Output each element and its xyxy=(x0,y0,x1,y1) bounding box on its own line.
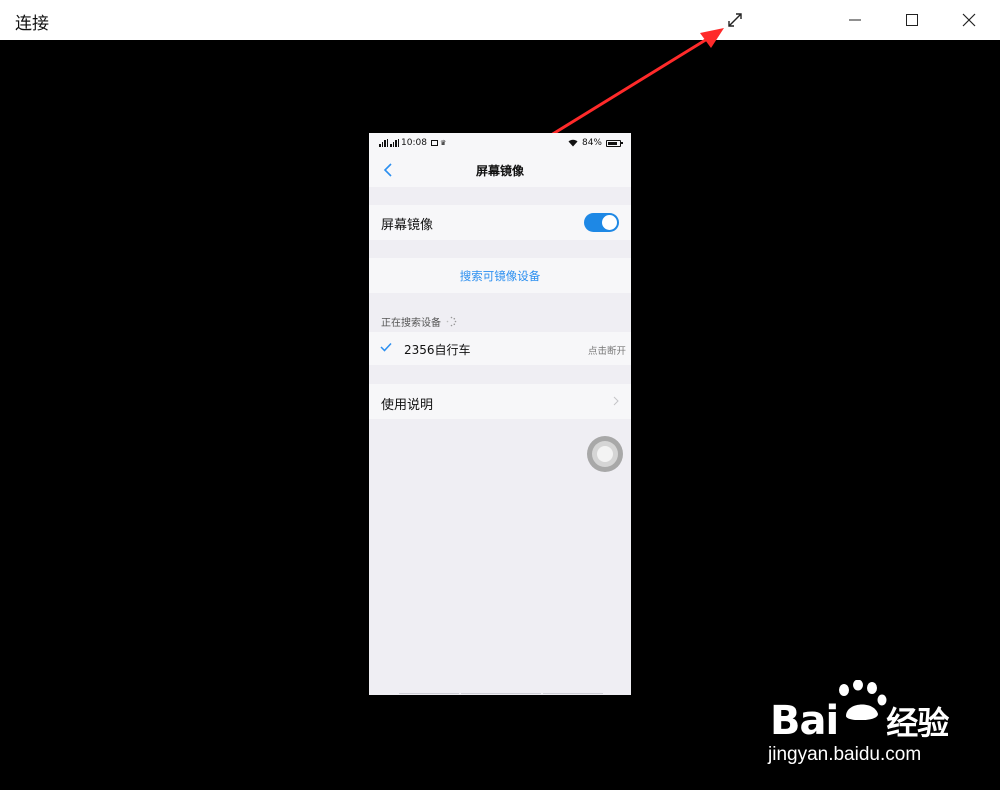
expand-fullscreen-button[interactable] xyxy=(706,0,764,40)
maximize-button[interactable] xyxy=(883,0,941,40)
usage-guide-label: 使用说明 xyxy=(381,398,434,413)
battery-percent: 84% xyxy=(581,138,602,148)
phone-screen[interactable]: 10:08 ♛ 84% 屏幕镜像 屏幕镜像 搜索可镜像设备 正在搜索设备 235… xyxy=(369,133,631,695)
screen-mirror-label: 屏幕镜像 xyxy=(381,218,434,233)
searching-label-wrap: 正在搜索设备 xyxy=(381,314,457,329)
screen-mirror-row: 屏幕镜像 xyxy=(369,205,631,240)
minimize-button[interactable] xyxy=(826,0,884,40)
watermark-logo-text: Bai 经验 xyxy=(770,698,949,744)
disconnect-button[interactable]: 点击断开 xyxy=(588,343,626,357)
phone-status-bar: 10:08 ♛ 84% xyxy=(369,133,631,153)
bottom-bar-lines xyxy=(369,692,631,695)
device-name: 2356自行车 xyxy=(404,343,471,357)
toggle-knob xyxy=(602,215,617,230)
search-devices-link[interactable]: 搜索可镜像设备 xyxy=(369,268,631,284)
loading-spinner-icon xyxy=(446,316,457,327)
close-button[interactable] xyxy=(940,0,998,40)
minimize-icon xyxy=(849,19,861,21)
status-time: 10:08 xyxy=(401,138,427,148)
searching-label: 正在搜索设备 xyxy=(381,318,441,329)
crown-icon: ♛ xyxy=(439,139,447,147)
assistive-ball[interactable] xyxy=(587,436,623,472)
watermark-site: jingyan.baidu.com xyxy=(768,744,922,765)
window-title: 连接 xyxy=(15,14,49,34)
signal-icon xyxy=(379,139,388,147)
search-devices-row[interactable]: 搜索可镜像设备 xyxy=(369,258,631,293)
chevron-right-icon xyxy=(613,396,619,406)
close-icon xyxy=(962,13,976,27)
wifi-icon xyxy=(568,139,578,147)
maximize-icon xyxy=(906,14,918,26)
usage-guide-row[interactable]: 使用说明 xyxy=(369,384,631,419)
screen-record-icon xyxy=(430,140,438,146)
baidu-watermark: Bai 经验 jingyan.baidu.com xyxy=(762,680,982,780)
page-title: 屏幕镜像 xyxy=(475,164,524,178)
phone-nav-bar: 屏幕镜像 xyxy=(369,153,631,187)
device-row[interactable]: 2356自行车 点击断开 xyxy=(369,332,631,365)
check-icon xyxy=(380,342,392,352)
window-title-bar: 连接 xyxy=(0,0,1000,40)
signal-icon xyxy=(390,139,399,147)
expand-icon xyxy=(728,13,742,27)
battery-icon xyxy=(606,139,623,147)
screen-mirror-toggle[interactable] xyxy=(584,213,619,232)
